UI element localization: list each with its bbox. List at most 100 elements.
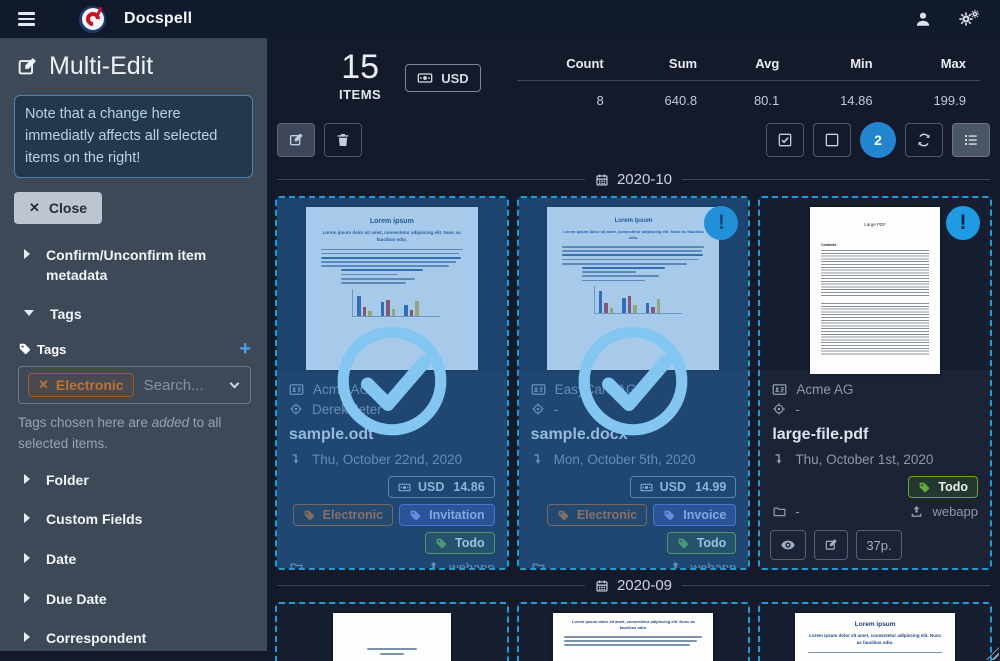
tags-help-text: Tags chosen here are added to all select… (18, 415, 222, 451)
invert-selection-button[interactable] (905, 123, 943, 157)
items-list: 2020-10 Lorem ipsum Lorem ipsum dolor si… (267, 164, 1000, 661)
arrow-down-icon (772, 452, 786, 466)
tag-search-input[interactable]: Search... (144, 377, 221, 394)
stats-header: Min (793, 48, 887, 81)
deselect-all-button[interactable] (813, 123, 851, 157)
item-count-summary: 15 ITEMS (339, 48, 382, 102)
tags-editor: Tags + ✕ Electronic Search... Tags chose… (14, 335, 253, 461)
date-group-header: 2020-10 (277, 171, 990, 188)
check-circle-icon (572, 320, 694, 442)
trash-icon (335, 132, 351, 148)
caret-right-icon (24, 592, 30, 603)
sidebar-title: Multi-Edit (16, 52, 253, 81)
remove-tag-icon[interactable]: ✕ (38, 377, 49, 393)
caret-right-icon (24, 513, 30, 524)
correspondent-line: Acme AG (772, 382, 978, 397)
close-button[interactable]: ✕ Close (14, 192, 103, 225)
item-card[interactable]: Lorem ipsum dolor sit amet, consectetur … (516, 602, 751, 661)
item-badges: Todo (772, 476, 978, 498)
stats-bar: 15 ITEMS USD Count Sum Avg Min Max 8 640… (267, 38, 1000, 114)
folder-line: - (772, 504, 800, 519)
folder-icon (772, 504, 787, 519)
section-tags[interactable]: Tags (14, 295, 253, 335)
tag-icon (18, 342, 32, 356)
list-view-button[interactable] (952, 123, 990, 157)
item-preview: Large PDF Contents ! (760, 198, 990, 374)
stats-header: Max (886, 48, 980, 81)
delete-selected-button[interactable] (324, 123, 362, 157)
edit-icon (824, 538, 838, 552)
edit-icon (16, 56, 38, 78)
items-main-panel: 15 ITEMS USD Count Sum Avg Min Max 8 640… (267, 38, 1000, 661)
selected-overlay (277, 198, 507, 568)
item-count-label: ITEMS (339, 86, 382, 102)
section-folder[interactable]: Folder (14, 461, 253, 501)
item-preview (277, 604, 507, 661)
caret-down-icon (24, 310, 34, 317)
caret-right-icon (24, 249, 30, 260)
stats-header: Count (516, 48, 618, 81)
stats-table: Count Sum Avg Min Max 8 640.8 80.1 14.86… (516, 48, 980, 114)
concerning-line: - (772, 402, 978, 417)
multi-edit-sidebar: Multi-Edit Note that a change here immed… (0, 38, 267, 651)
selected-tag-chip: ✕ Electronic (28, 373, 134, 398)
stats-value: 8 (596, 93, 604, 108)
brand-title: Docspell (124, 10, 193, 27)
calendar-icon (595, 173, 609, 187)
top-navbar: Docspell (0, 0, 1000, 38)
item-preview: Lorem ipsum dolor sit amet, consectetur … (518, 604, 749, 661)
edit-icon (288, 132, 304, 148)
item-card-sample-odt[interactable]: Lorem ipsum Lorem ipsum dolor sit amet, … (275, 196, 509, 570)
chevron-down-icon[interactable] (229, 378, 240, 389)
address-card-icon (772, 382, 787, 397)
check-circle-icon (331, 320, 453, 442)
preview-button[interactable] (770, 530, 807, 560)
section-correspondent[interactable]: Correspondent (14, 619, 253, 651)
section-confirm-metadata[interactable]: Confirm/Unconfirm item metadata (14, 236, 253, 295)
item-card-large-file-pdf[interactable]: Large PDF Contents ! Acme AG - large-fil… (758, 196, 992, 570)
section-due-date[interactable]: Due Date (14, 580, 253, 620)
crosshair-icon (772, 402, 786, 416)
add-tag-icon[interactable]: + (239, 339, 251, 359)
square-icon (824, 132, 840, 148)
tag-icon (918, 481, 931, 494)
date-group-header: 2020-09 (277, 577, 990, 594)
calendar-icon (595, 579, 609, 593)
edit-item-button[interactable] (814, 530, 849, 560)
upload-icon (909, 504, 924, 519)
money-bill-icon (417, 70, 433, 86)
item-card[interactable]: Lorem ipsum Lorem ipsum dolor sit amet, … (758, 602, 992, 661)
check-square-icon (777, 132, 793, 148)
stats-value: 199.9 (933, 93, 966, 108)
stats-value: 80.1 (753, 93, 780, 108)
selected-count-badge: 2 (860, 122, 896, 158)
stats-header: Sum (617, 48, 712, 81)
stats-value: 640.8 (664, 93, 698, 108)
settings-gears-icon[interactable] (958, 10, 980, 28)
currency-button[interactable]: USD (405, 64, 481, 92)
item-card-sample-docx[interactable]: Lorem ipsum Lorem ipsum dolor sit amet, … (516, 196, 751, 570)
user-icon[interactable] (914, 10, 932, 28)
caret-right-icon (24, 473, 30, 484)
stats-value: 14.86 (840, 93, 873, 108)
tags-select[interactable]: ✕ Electronic Search... (18, 366, 251, 405)
caret-right-icon (24, 632, 30, 643)
section-date[interactable]: Date (14, 540, 253, 580)
warning-badge[interactable]: ! (946, 206, 980, 240)
source-line: webapp (909, 504, 978, 519)
menu-icon[interactable] (14, 8, 39, 30)
page-count-button[interactable]: 37p. (856, 530, 902, 560)
item-count: 15 (341, 48, 380, 86)
docspell-logo-icon[interactable] (79, 5, 106, 33)
close-icon: ✕ (29, 200, 40, 216)
eye-icon (780, 537, 796, 553)
item-name[interactable]: large-file.pdf (772, 426, 978, 444)
section-custom-fields[interactable]: Custom Fields (14, 500, 253, 540)
multi-edit-note: Note that a change here immediatly affec… (14, 95, 253, 179)
stats-header: Avg (711, 48, 794, 81)
select-all-button[interactable] (766, 123, 804, 157)
item-card[interactable] (275, 602, 509, 661)
list-icon (963, 132, 979, 148)
edit-selected-button[interactable] (277, 123, 315, 157)
tag-badge[interactable]: Todo (908, 476, 978, 498)
